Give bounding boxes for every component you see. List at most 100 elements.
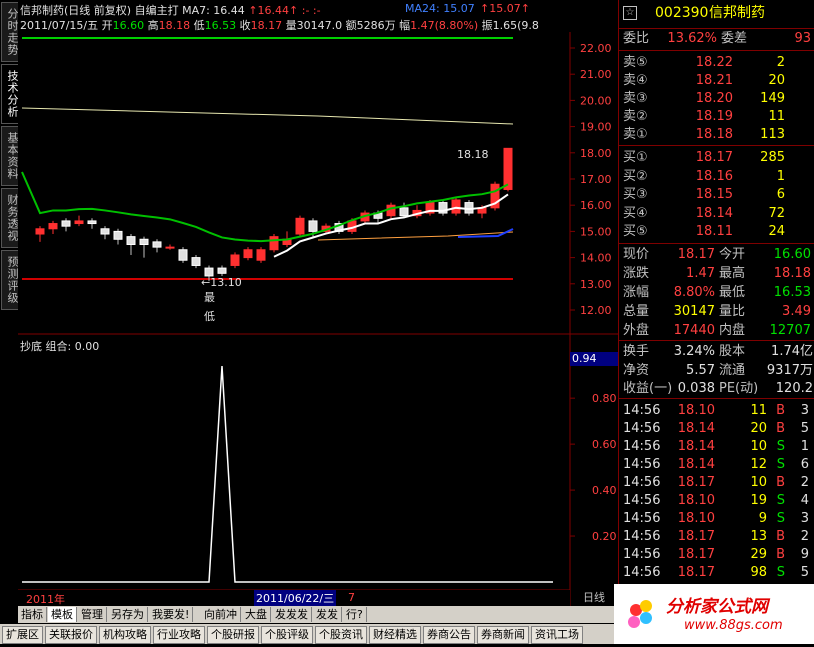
toolbar1-button[interactable]: 向前冲: [201, 607, 241, 622]
tick-count: 5: [800, 421, 809, 436]
tick-price: 18.17: [677, 529, 715, 544]
tick-row: 14:56 18.17 29 B 9: [619, 546, 814, 564]
open-label: 开: [101, 19, 113, 32]
tick-time: 14:56: [623, 439, 661, 454]
fund-label-2: 股本: [719, 344, 746, 359]
bid-volume: 24: [768, 224, 785, 239]
tab-forecast[interactable]: 预测评级: [1, 250, 19, 310]
toolbar2-button[interactable]: 财经精选: [369, 626, 421, 644]
toolbar1-button[interactable]: 大盘: [242, 607, 271, 622]
tick-count: 2: [800, 529, 809, 544]
ask-volume: 113: [760, 127, 785, 142]
quote-value: 8.80%: [673, 285, 715, 300]
star-icon[interactable]: ☆: [623, 6, 637, 20]
toolbar2-button[interactable]: 券商公告: [423, 626, 475, 644]
open-value: 16.60: [112, 19, 145, 32]
stock-name: 信邦制药: [20, 4, 64, 17]
tick-time: 14:56: [623, 421, 661, 436]
fund-value-2: 1.74亿: [771, 344, 813, 359]
toolbar2-button[interactable]: 机构攻略: [99, 626, 151, 644]
volume-value: 30147.0: [296, 19, 343, 32]
bid-price: 18.17: [695, 150, 733, 165]
fund-label: 换手: [623, 344, 650, 359]
ask-label: 卖①: [623, 127, 648, 142]
toolbar2-button[interactable]: 个股评级: [261, 626, 313, 644]
close-value: 18.17: [250, 19, 283, 32]
toolbar2-button[interactable]: 个股资讯: [315, 626, 367, 644]
quote-label-2: 今开: [719, 247, 746, 262]
toolbar1-button[interactable]: 发发: [313, 607, 342, 622]
candle-body: [152, 241, 162, 248]
tab-intraday[interactable]: 分时走势: [1, 2, 19, 62]
quote-row: 总量 30147 量比 3.49: [619, 303, 814, 321]
tick-price: 18.17: [677, 565, 715, 580]
bid-row: 买④ 18.14 72: [619, 205, 814, 223]
stock-code: 002390: [655, 5, 709, 21]
bid-row: 买③ 18.15 6: [619, 186, 814, 204]
tick-count: 5: [800, 565, 809, 580]
price-tick: 12.00: [580, 304, 612, 317]
toolbar1-button[interactable]: 行?: [343, 607, 367, 622]
toolbar2-button[interactable]: 行业攻略: [153, 626, 205, 644]
toolbar1-button[interactable]: 模板: [48, 607, 77, 622]
tick-time: 14:56: [623, 529, 661, 544]
toolbar2-button[interactable]: 券商新闻: [477, 626, 529, 644]
tick-time: 14:56: [623, 493, 661, 508]
candle-body: [295, 217, 305, 235]
bid-volume: 6: [776, 187, 785, 202]
price-tick: 20.00: [580, 94, 612, 107]
ask-price: 18.21: [695, 73, 733, 88]
sub-panel-title: 抄底 组合: 0.00: [20, 340, 100, 353]
fund-row: 收益(一) 0.038 PE(动) 120.2: [619, 380, 814, 398]
tick-time: 14:56: [623, 565, 661, 580]
ask-row: 卖③ 18.20 149: [619, 90, 814, 108]
tab-technical[interactable]: 技术分析: [1, 64, 19, 124]
tab-finance[interactable]: 财务透视: [1, 188, 19, 248]
quote-label: 涨幅: [623, 285, 650, 300]
candle-body: [139, 238, 149, 245]
tick-row: 14:56 18.10 19 S 4: [619, 492, 814, 510]
candle-body: [399, 207, 409, 217]
ask-volume: 149: [760, 91, 785, 106]
tick-volume: 10: [750, 475, 767, 490]
tick-row: 14:56 18.17 98 S 5: [619, 564, 814, 582]
volume-label: 量: [285, 19, 297, 32]
kline-chart[interactable]: 22.00 21.00 20.00 19.00 18.00 17.00 16.00 15.00…: [18, 0, 618, 606]
toolbar1-button[interactable]: 我要发!: [149, 607, 194, 622]
site-logo: 分析家公式网 www.88gs.com: [614, 584, 814, 644]
tick-side: S: [776, 565, 785, 580]
sub-current-value: 0.94: [570, 352, 620, 366]
toolbar2-button[interactable]: 扩展区: [2, 626, 43, 644]
candle-body: [48, 223, 58, 230]
toolbar2-button[interactable]: 资讯工场: [531, 626, 583, 644]
bid-price: 18.15: [695, 187, 733, 202]
price-tick: 15.00: [580, 225, 612, 238]
tick-count: 2: [800, 475, 809, 490]
tick-volume: 9: [758, 511, 767, 526]
quote-label-2: 最低: [719, 285, 746, 300]
toolbar1-button[interactable]: 另存为: [108, 607, 148, 622]
toolbar2-button[interactable]: 个股研报: [207, 626, 259, 644]
candle-body: [191, 257, 201, 266]
ask-row: 卖② 18.19 11: [619, 108, 814, 126]
weicha-label: 委差: [721, 31, 748, 46]
toolbar1-button[interactable]: 发发发: [272, 607, 312, 622]
candle-body: [204, 267, 214, 277]
ma24-label: MA24: 15.07: [405, 2, 475, 15]
bid-row: 买② 18.16 1: [619, 168, 814, 186]
fund-row: 换手 3.24% 股本 1.74亿: [619, 343, 814, 361]
quote-label-2: 量比: [719, 304, 746, 319]
toolbar2-button[interactable]: 关联报价: [45, 626, 97, 644]
fund-value-2: 9317万: [766, 362, 813, 378]
toolbar1-button[interactable]: 指标: [18, 607, 47, 622]
period-label[interactable]: 日线: [570, 590, 618, 606]
tick-volume: 20: [750, 421, 767, 436]
candle-body: [308, 220, 318, 232]
tick-time: 14:56: [623, 403, 661, 418]
tick-volume: 19: [750, 493, 767, 508]
tick-side: B: [776, 529, 785, 544]
left-tab-bar: 分时走势 技术分析 基本资料 财务透视 预测评级: [0, 0, 19, 606]
candle-body: [256, 249, 266, 261]
toolbar1-button[interactable]: 管理: [78, 607, 107, 622]
tab-profile[interactable]: 基本资料: [1, 126, 19, 186]
